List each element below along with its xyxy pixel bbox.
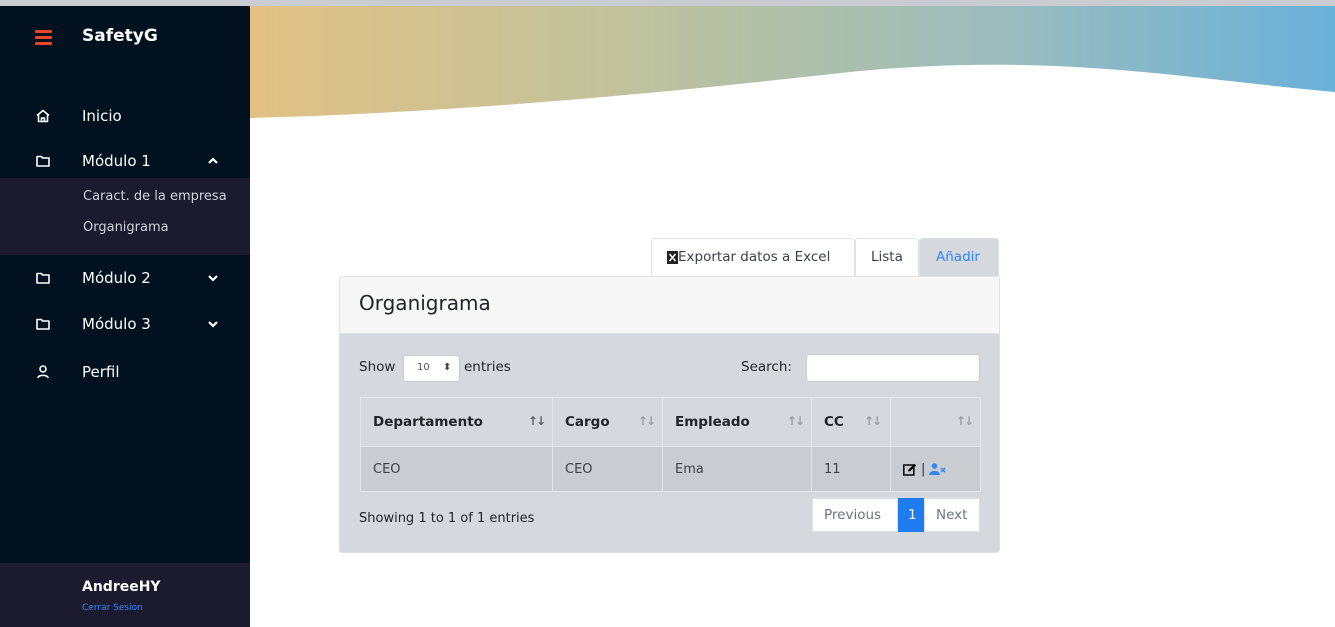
folder-icon — [36, 272, 50, 284]
column-header-label: Cargo — [565, 414, 610, 430]
cell-empleado: Ema — [662, 446, 812, 492]
table-row: CEO CEO Ema 11 | — [360, 446, 981, 492]
chevron-up-icon — [208, 157, 218, 164]
cell-cc: 11 — [811, 446, 891, 492]
tab-anadir[interactable]: Añadir — [919, 238, 999, 276]
page-size-select[interactable]: 10 ⬍ — [403, 355, 460, 382]
tab-lista[interactable]: Lista — [855, 238, 919, 276]
column-header-label: CC — [824, 414, 844, 430]
sidebar-item-modulo-3[interactable]: Módulo 3 — [0, 308, 250, 342]
search-label: Search: — [741, 359, 792, 375]
select-arrows-icon: ⬍ — [443, 362, 452, 373]
logout-link[interactable]: Cerrar Sesion — [82, 603, 143, 613]
action-separator: | — [921, 461, 926, 477]
user-icon — [37, 365, 49, 379]
folder-icon — [36, 318, 50, 330]
sidebar-item-label: Perfil — [82, 363, 120, 381]
sidebar: SafetyG Inicio Módulo 1 Caract. de la em… — [0, 0, 250, 627]
submenu-modulo-1: Caract. de la empresa Organigrama — [0, 178, 250, 255]
show-label: Show — [359, 359, 396, 375]
page-1-button[interactable]: 1 — [898, 498, 924, 532]
user-name: AndreeHY — [82, 579, 161, 595]
sidebar-item-label: Inicio — [82, 107, 122, 125]
sidebar-top-strip — [0, 0, 250, 6]
previous-label: Previous — [824, 507, 882, 523]
brand-name: SafetyG — [82, 26, 158, 46]
sidebar-item-modulo-1[interactable]: Módulo 1 — [0, 145, 250, 179]
sidebar-item-perfil[interactable]: Perfil — [0, 356, 250, 390]
sort-icon: ↑↓ — [527, 414, 546, 428]
column-header-empleado[interactable]: Empleado ↑↓ — [662, 397, 812, 447]
column-header-label: Empleado — [675, 414, 750, 430]
remove-user-icon[interactable] — [929, 463, 946, 475]
sort-icon: ↑↓ — [955, 414, 974, 428]
tab-label: Añadir — [936, 249, 980, 265]
search-input[interactable] — [806, 354, 980, 382]
header-banner — [250, 0, 1335, 118]
sidebar-item-label: Módulo 3 — [82, 315, 151, 333]
previous-button[interactable]: Previous — [812, 498, 898, 532]
column-header-cc[interactable]: CC ↑↓ — [811, 397, 891, 447]
page-number: 1 — [908, 507, 917, 523]
sidebar-item-inicio[interactable]: Inicio — [0, 100, 250, 134]
sort-icon: ↑↓ — [786, 414, 805, 428]
chevron-down-icon — [208, 275, 218, 282]
hamburger-menu-icon[interactable] — [35, 30, 52, 45]
next-label: Next — [936, 507, 968, 523]
user-panel: AndreeHY Cerrar Sesion — [0, 563, 250, 627]
column-header-departamento[interactable]: Departamento ↑↓ — [360, 397, 553, 447]
tab-export-excel[interactable]: Exportar datos a Excel — [651, 238, 855, 276]
sidebar-item-label: Módulo 2 — [82, 269, 151, 287]
home-icon — [36, 109, 50, 123]
column-header-label: Departamento — [373, 414, 483, 430]
submenu-item-organigrama[interactable]: Organigrama — [83, 220, 169, 235]
card-header: Organigrama — [340, 277, 999, 334]
edit-icon[interactable] — [903, 463, 917, 476]
chevron-down-icon — [208, 321, 218, 328]
organigrama-card: Organigrama Show 10 ⬍ entries Search: De… — [339, 276, 1000, 553]
entries-label: entries — [464, 359, 511, 375]
sort-icon: ↑↓ — [637, 414, 656, 428]
card-title: Organigrama — [359, 291, 491, 315]
sidebar-item-modulo-2[interactable]: Módulo 2 — [0, 262, 250, 296]
submenu-item-caract-empresa[interactable]: Caract. de la empresa — [83, 189, 227, 204]
cell-cargo: CEO — [552, 446, 663, 492]
column-header-actions[interactable]: ↑↓ — [890, 397, 981, 447]
table-info: Showing 1 to 1 of 1 entries — [359, 511, 535, 526]
table-header-row: Departamento ↑↓ Cargo ↑↓ Empleado ↑↓ CC … — [360, 397, 981, 447]
sort-icon: ↑↓ — [864, 414, 882, 428]
excel-icon — [667, 251, 678, 264]
page-size-value: 10 — [417, 362, 430, 373]
tab-label: Lista — [871, 249, 903, 265]
sidebar-item-label: Módulo 1 — [82, 152, 151, 170]
organigrama-table: Departamento ↑↓ Cargo ↑↓ Empleado ↑↓ CC … — [360, 397, 981, 492]
cell-departamento: CEO — [360, 446, 553, 492]
column-header-cargo[interactable]: Cargo ↑↓ — [552, 397, 663, 447]
cell-actions: | — [890, 446, 981, 492]
next-button[interactable]: Next — [924, 498, 980, 532]
folder-icon — [36, 155, 50, 167]
tab-label: Exportar datos a Excel — [678, 249, 831, 265]
